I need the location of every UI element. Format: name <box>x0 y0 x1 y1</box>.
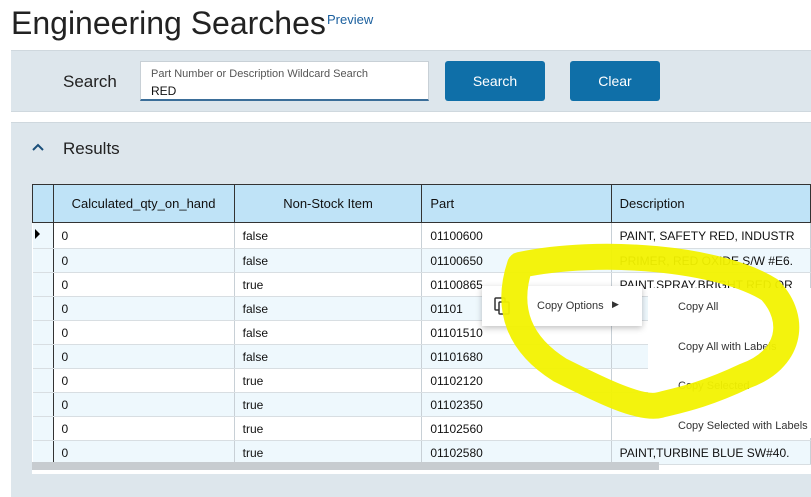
table-cell[interactable]: false <box>234 344 423 369</box>
table-row[interactable]: 0 true 01102580 PAINT,TURBINE BLUE SW#40… <box>32 440 811 465</box>
table-cell[interactable]: 0 <box>53 392 235 417</box>
table-cell[interactable]: 01102350 <box>421 392 612 417</box>
row-indicator-header <box>32 184 54 223</box>
table-cell[interactable]: false <box>234 320 423 345</box>
context-menu: Copy Options ▶ <box>482 286 642 326</box>
table-cell[interactable]: 01102120 <box>421 368 612 393</box>
chevron-right-icon: ▶ <box>612 299 619 309</box>
page-header: Engineering Searches Preview <box>0 0 811 50</box>
copy-icon <box>494 297 510 320</box>
search-value[interactable]: RED <box>151 84 176 98</box>
row-indicator <box>32 440 54 465</box>
search-label: Search <box>63 72 117 91</box>
chevron-up-icon[interactable] <box>31 140 45 154</box>
table-cell[interactable]: 0 <box>53 248 235 273</box>
clear-button[interactable]: Clear <box>570 61 660 101</box>
search-placeholder: Part Number or Description Wildcard Sear… <box>151 68 369 80</box>
horizontal-scrollbar[interactable] <box>32 462 659 470</box>
copy-all-labels-item[interactable]: Copy All with Labels <box>678 341 776 353</box>
table-row[interactable]: 0 false 01100600 PAINT, SAFETY RED, INDU… <box>32 222 811 249</box>
table-cell[interactable]: 0 <box>53 344 235 369</box>
table-cell[interactable]: 0 <box>53 416 235 441</box>
search-input[interactable]: Part Number or Description Wildcard Sear… <box>140 61 429 101</box>
table-cell[interactable]: true <box>234 440 423 465</box>
table-cell[interactable]: false <box>234 296 423 321</box>
column-header[interactable]: Description <box>610 184 811 223</box>
table-cell[interactable]: PRIMER, RED OXIDE S/W #E6. <box>611 248 811 273</box>
column-header[interactable]: Part <box>421 184 612 223</box>
table-cell[interactable]: 0 <box>53 296 235 321</box>
row-indicator <box>32 416 54 441</box>
table-row[interactable]: 0 false 01100650 PRIMER, RED OXIDE S/W #… <box>32 248 811 273</box>
copy-options-item[interactable]: Copy Options <box>537 300 604 312</box>
search-button[interactable]: Search <box>445 61 545 101</box>
table-cell[interactable]: false <box>234 222 423 249</box>
row-indicator <box>32 392 54 417</box>
table-cell[interactable]: 0 <box>53 272 235 297</box>
table-cell[interactable]: false <box>234 248 423 273</box>
table-cell[interactable]: 0 <box>53 368 235 393</box>
table-cell[interactable]: 01100650 <box>421 248 612 273</box>
copy-submenu: Copy All Copy All with Labels Copy Selec… <box>648 288 811 438</box>
row-indicator <box>32 222 54 249</box>
row-indicator <box>32 248 54 273</box>
table-header-row: Calculated_qty_on_hand Non-Stock Item Pa… <box>32 184 811 223</box>
copy-selected-labels-item[interactable]: Copy Selected with Labels <box>678 420 808 432</box>
table-cell[interactable]: true <box>234 368 423 393</box>
column-header[interactable]: Calculated_qty_on_hand <box>52 184 235 223</box>
table-cell[interactable]: 0 <box>53 320 235 345</box>
table-cell[interactable]: 0 <box>53 222 235 249</box>
copy-all-item[interactable]: Copy All <box>678 301 718 313</box>
search-panel: Search Part Number or Description Wildca… <box>11 50 811 112</box>
row-indicator <box>32 320 54 345</box>
table-cell[interactable]: 01102560 <box>421 416 612 441</box>
copy-selected-item[interactable]: Copy Selected <box>678 380 750 392</box>
row-indicator <box>32 368 54 393</box>
row-indicator <box>32 296 54 321</box>
results-header[interactable]: Results <box>11 123 811 173</box>
column-header[interactable]: Non-Stock Item <box>233 184 423 223</box>
table-cell[interactable]: true <box>234 392 423 417</box>
preview-link[interactable]: Preview <box>327 12 373 27</box>
table-cell[interactable]: 0 <box>53 440 235 465</box>
page-title: Engineering Searches <box>11 5 326 41</box>
results-title: Results <box>63 139 120 158</box>
row-indicator <box>32 272 54 297</box>
table-cell[interactable]: true <box>234 272 423 297</box>
table-cell[interactable]: PAINT, SAFETY RED, INDUSTR <box>611 222 811 249</box>
table-cell[interactable]: true <box>234 416 423 441</box>
table-cell[interactable]: 01102580 <box>421 440 612 465</box>
row-indicator <box>32 344 54 369</box>
table-cell[interactable]: 01100600 <box>421 222 612 249</box>
table-cell[interactable]: 01101680 <box>421 344 612 369</box>
table-cell[interactable]: PAINT,TURBINE BLUE SW#40. <box>611 440 811 465</box>
